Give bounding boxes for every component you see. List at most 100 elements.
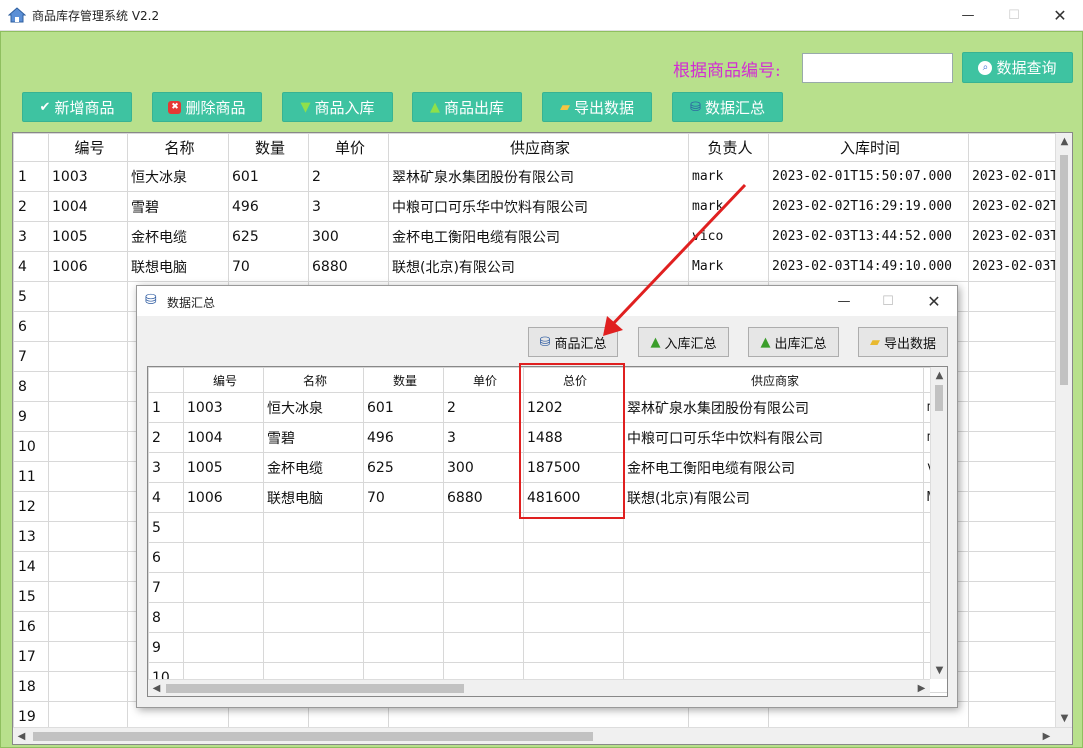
column-header[interactable]: 入库时间 [768, 133, 969, 162]
scroll-thumb[interactable] [33, 732, 593, 741]
table-cell[interactable]: 金杯电缆 [263, 452, 364, 483]
table-cell[interactable]: 恒大冰泉 [127, 161, 229, 192]
horizontal-scrollbar[interactable]: ◀ ▶ [13, 727, 1072, 744]
table-cell[interactable]: 2 [443, 392, 524, 423]
table-cell[interactable]: 1003 [183, 392, 264, 423]
column-header[interactable]: 负责人 [688, 133, 769, 162]
table-row[interactable]: 6 [148, 542, 947, 573]
vertical-scrollbar[interactable]: ▲ ▼ [1055, 133, 1072, 727]
table-row[interactable]: 3 1005 金杯电缆 625 300 金杯电工衡阳电缆有限公司 vico 20… [13, 221, 1072, 252]
close-button[interactable]: ✕ [1037, 0, 1083, 31]
scroll-thumb[interactable] [935, 385, 943, 411]
table-row[interactable]: 4 1006 联想电脑 70 6880 联想(北京)有限公司 Mark 2023… [13, 251, 1072, 282]
search-icon: ⌕ [978, 60, 993, 75]
row-number: 8 [13, 371, 49, 402]
column-header[interactable]: 单价 [443, 367, 524, 393]
table-cell[interactable]: 联想电脑 [127, 251, 229, 282]
table-row[interactable]: 9 [148, 632, 947, 663]
table-cell[interactable]: 1006 [183, 482, 264, 513]
table-cell[interactable]: 625 [363, 452, 444, 483]
search-button[interactable]: ⌕ 数据查询 [962, 52, 1073, 83]
scroll-down-icon[interactable]: ▼ [931, 662, 947, 679]
row-number: 4 [148, 482, 184, 513]
vertical-scrollbar[interactable]: ▲ ▼ [930, 367, 947, 679]
column-header[interactable]: 数量 [228, 133, 309, 162]
delete-product-button[interactable]: ✖ 删除商品 [152, 92, 262, 122]
table-cell[interactable]: 联想(北京)有限公司 [623, 482, 924, 513]
table-cell[interactable]: 2023-02-03T13:44:52.000 [768, 221, 969, 252]
column-header[interactable]: 编号 [183, 367, 264, 393]
table-cell[interactable]: 1006 [48, 251, 128, 282]
table-cell[interactable]: 70 [228, 251, 309, 282]
scroll-up-icon[interactable]: ▲ [931, 367, 947, 384]
table-cell[interactable]: 2023-02-02T16:29:19.000 [768, 191, 969, 222]
table-cell[interactable]: 2023-02-01T15:50:07.000 [768, 161, 969, 192]
column-header[interactable]: 供应商家 [388, 133, 689, 162]
table-cell[interactable]: 3 [308, 191, 389, 222]
table-cell[interactable]: 2 [308, 161, 389, 192]
table-cell[interactable]: 中粮可口可乐华中饮料有限公司 [623, 422, 924, 453]
table-cell[interactable]: 1005 [48, 221, 128, 252]
table-cell[interactable]: 金杯电缆 [127, 221, 229, 252]
column-header[interactable]: 编号 [48, 133, 128, 162]
table-row[interactable]: 7 [148, 572, 947, 603]
table-cell[interactable]: 金杯电工衡阳电缆有限公司 [623, 452, 924, 483]
maximize-button[interactable]: ☐ [991, 0, 1037, 31]
scroll-down-icon[interactable]: ▼ [1056, 710, 1072, 727]
add-product-button[interactable]: ✔ 新增商品 [22, 92, 132, 122]
row-number: 12 [13, 491, 49, 522]
table-cell[interactable]: 翠林矿泉水集团股份有限公司 [623, 392, 924, 423]
stock-out-button[interactable]: ▲ 商品出库 [412, 92, 522, 122]
stock-out-summary-label: 出库汇总 [774, 336, 827, 352]
search-input[interactable] [802, 53, 953, 83]
table-cell[interactable]: 3 [443, 422, 524, 453]
table-cell[interactable]: 1003 [48, 161, 128, 192]
table-cell[interactable]: 1004 [183, 422, 264, 453]
scroll-left-icon[interactable]: ◀ [148, 680, 165, 696]
table-cell[interactable]: 70 [363, 482, 444, 513]
horizontal-scrollbar[interactable]: ◀ ▶ [148, 679, 930, 696]
table-cell[interactable]: 雪碧 [127, 191, 229, 222]
minimize-button[interactable]: — [945, 0, 991, 31]
table-row[interactable]: 2 1004 雪碧 496 3 中粮可口可乐华中饮料有限公司 mark 2023… [13, 191, 1072, 222]
table-cell[interactable]: 496 [363, 422, 444, 453]
table-cell[interactable]: 1005 [183, 452, 264, 483]
table-cell[interactable]: 6880 [443, 482, 524, 513]
scroll-up-icon[interactable]: ▲ [1056, 133, 1072, 150]
dialog-maximize-button[interactable]: ☐ [865, 286, 911, 316]
export-data-button[interactable]: ▰ 导出数据 [542, 92, 652, 122]
table-cell[interactable]: 496 [228, 191, 309, 222]
table-cell[interactable]: 300 [443, 452, 524, 483]
column-header[interactable]: 数量 [363, 367, 444, 393]
dialog-minimize-button[interactable]: — [821, 286, 867, 316]
table-cell[interactable]: 2023-02-03T14:49:10.000 [768, 251, 969, 282]
table-cell[interactable]: 恒大冰泉 [263, 392, 364, 423]
table-cell[interactable]: 1004 [48, 191, 128, 222]
table-header-row: 编号 名称 数量 单价 供应商家 负责人 入库时间 出库 [13, 133, 1072, 162]
table-cell[interactable]: 601 [363, 392, 444, 423]
row-number: 14 [13, 551, 49, 582]
table-cell[interactable]: 联想电脑 [263, 482, 364, 513]
check-icon: ✔ [39, 99, 51, 115]
database-icon: ⛁ [539, 334, 551, 350]
data-summary-button[interactable]: ⛁ 数据汇总 [672, 92, 783, 122]
table-cell[interactable]: 601 [228, 161, 309, 192]
column-header[interactable]: 单价 [308, 133, 389, 162]
table-row[interactable]: 1 1003 恒大冰泉 601 2 翠林矿泉水集团股份有限公司 mark 202… [13, 161, 1072, 192]
scroll-thumb[interactable] [1060, 155, 1068, 385]
scroll-thumb[interactable] [166, 684, 464, 693]
scroll-right-icon[interactable]: ▶ [1038, 728, 1055, 744]
dialog-close-button[interactable]: ✕ [911, 286, 957, 316]
table-row[interactable]: 8 [148, 602, 947, 633]
table-cell[interactable]: 6880 [308, 251, 389, 282]
column-header[interactable]: 名称 [127, 133, 229, 162]
column-header[interactable]: 名称 [263, 367, 364, 393]
scroll-left-icon[interactable]: ◀ [13, 728, 30, 744]
dialog-export-button[interactable]: ▰ 导出数据 [858, 327, 948, 357]
column-header[interactable]: 供应商家 [623, 367, 924, 393]
stock-in-button[interactable]: ▼ 商品入库 [282, 92, 393, 122]
table-cell[interactable]: 625 [228, 221, 309, 252]
table-cell[interactable]: 雪碧 [263, 422, 364, 453]
scroll-right-icon[interactable]: ▶ [913, 680, 930, 696]
table-cell[interactable]: 300 [308, 221, 389, 252]
